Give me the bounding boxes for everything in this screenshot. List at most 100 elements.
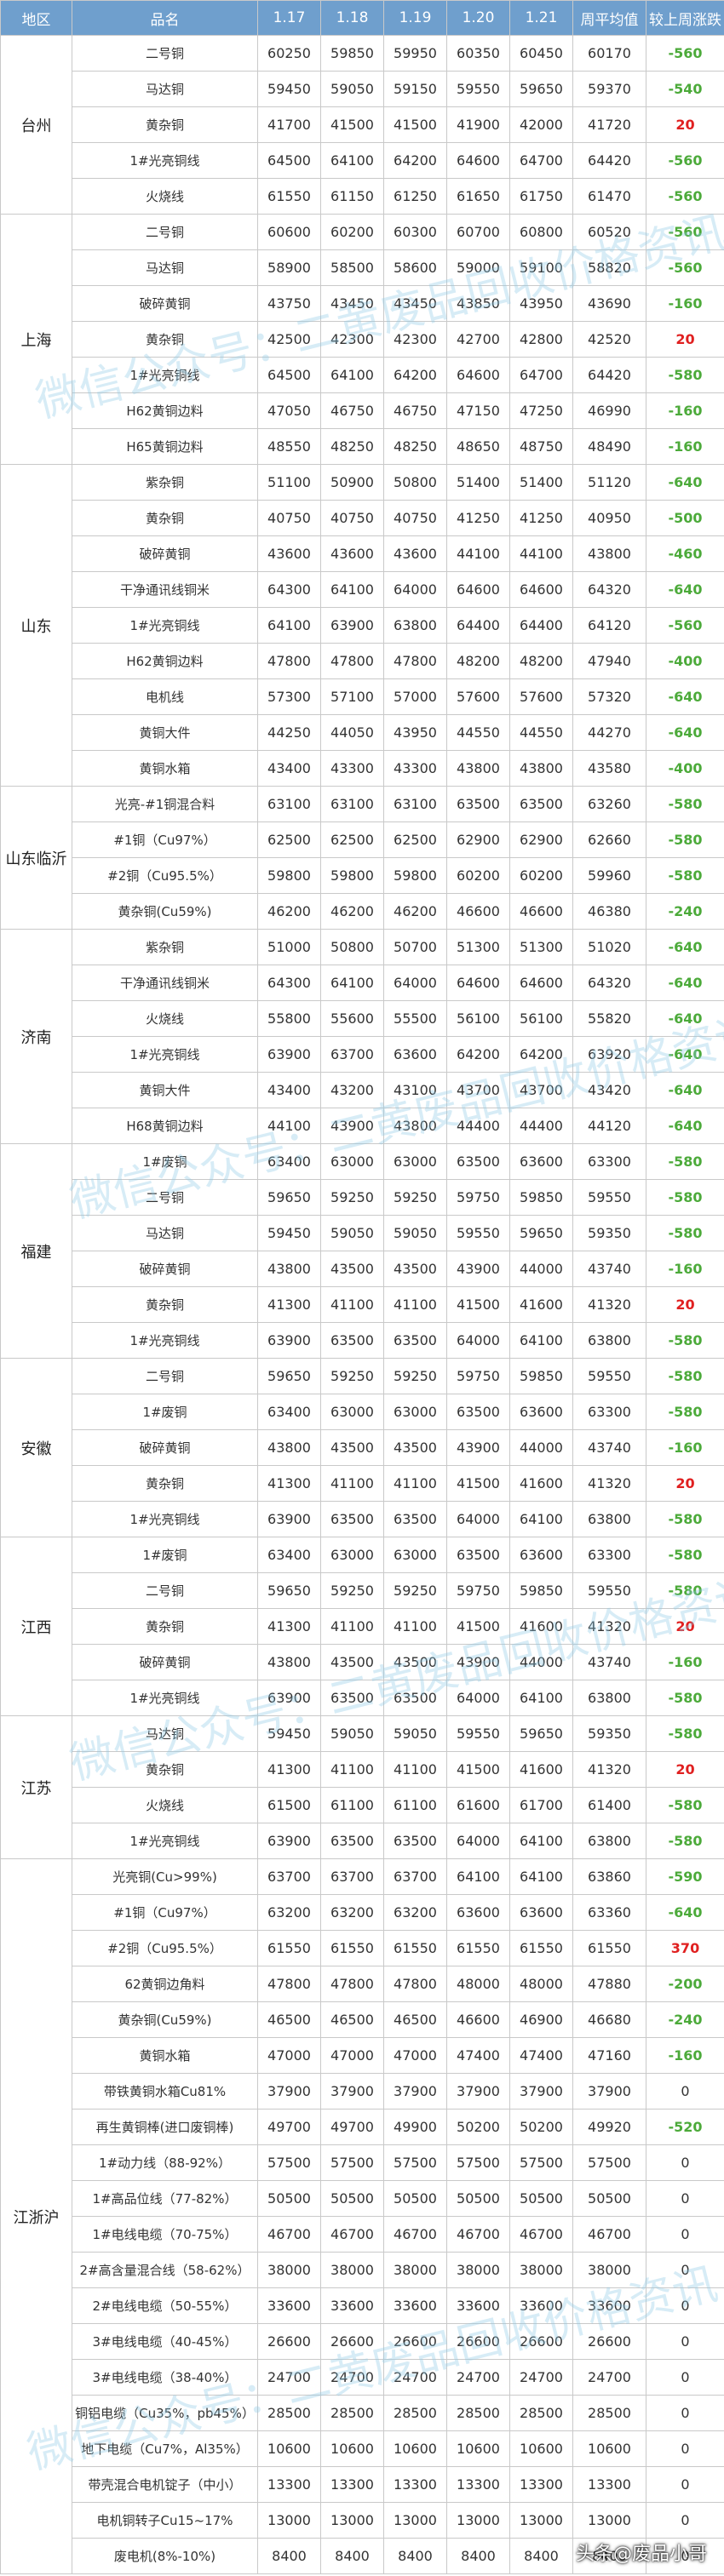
region-cell: 济南 xyxy=(0,929,72,1144)
weekly-change-cell: -640 xyxy=(646,571,724,608)
weekly-change-cell: 20 xyxy=(646,1608,724,1645)
weekly-average-cell: 49920 xyxy=(572,2109,646,2145)
price-cell: 61550 xyxy=(383,1930,447,1966)
price-cell: 43700 xyxy=(446,1072,510,1108)
price-cell: 24700 xyxy=(257,2359,321,2396)
price-cell: 44400 xyxy=(509,1108,573,1144)
price-cell: 43100 xyxy=(383,1072,447,1108)
price-cell: 50900 xyxy=(320,464,384,501)
price-cell: 47800 xyxy=(320,1966,384,2002)
weekly-average-cell: 28500 xyxy=(572,2395,646,2431)
item-name-cell: 1#光亮铜线 xyxy=(72,607,258,644)
price-cell: 63700 xyxy=(320,1858,384,1895)
item-name-cell: 铜铝电缆（Cu35%，pb45%） xyxy=(72,2395,258,2431)
price-cell: 46700 xyxy=(509,2216,573,2253)
price-cell: 42700 xyxy=(446,321,510,358)
weekly-change-cell: -580 xyxy=(646,1537,724,1573)
weekly-change-cell: -580 xyxy=(646,357,724,393)
price-cell: 41300 xyxy=(257,1465,321,1502)
price-cell: 51000 xyxy=(257,929,321,965)
price-cell: 37900 xyxy=(446,2073,510,2109)
price-cell: 46700 xyxy=(383,2216,447,2253)
table-row: 干净通讯线铜米 64300 64100 64000 64600 64600 64320 -64… xyxy=(1,965,724,1001)
price-cell: 47800 xyxy=(257,643,321,679)
price-cell: 64300 xyxy=(257,571,321,608)
price-cell: 43500 xyxy=(383,1251,447,1287)
table-row: H62黄铜边料 47800 47800 47800 48200 48200 47940 -40… xyxy=(1,643,724,679)
price-cell: 43300 xyxy=(383,750,447,787)
price-cell: 50500 xyxy=(446,2180,510,2217)
price-cell: 43500 xyxy=(320,1429,384,1466)
region-cell: 台州 xyxy=(0,35,72,215)
price-cell: 63500 xyxy=(509,786,573,822)
weekly-average-cell: 57500 xyxy=(572,2144,646,2181)
region-cell: 安徽 xyxy=(0,1358,72,1537)
price-cell: 59550 xyxy=(446,1215,510,1251)
price-cell: 60600 xyxy=(257,214,321,250)
price-cell: 60200 xyxy=(320,214,384,250)
price-cell: 64300 xyxy=(257,965,321,1001)
weekly-change-cell: -460 xyxy=(646,535,724,572)
weekly-change-cell: -500 xyxy=(646,500,724,536)
price-cell: 48000 xyxy=(509,1966,573,2002)
weekly-average-cell: 26600 xyxy=(572,2323,646,2360)
price-cell: 60200 xyxy=(509,857,573,894)
item-name-cell: 1#光亮铜线 xyxy=(72,1823,258,1859)
weekly-average-cell: 46380 xyxy=(572,893,646,930)
price-cell: 43450 xyxy=(320,285,384,322)
price-cell: 43800 xyxy=(446,750,510,787)
weekly-average-cell: 43690 xyxy=(572,285,646,322)
weekly-average-cell: 10600 xyxy=(572,2430,646,2467)
price-cell: 44100 xyxy=(509,535,573,572)
table-row: #1铜（Cu97%） 63200 63200 63200 63600 63600 63360… xyxy=(1,1894,724,1931)
weekly-average-cell: 59550 xyxy=(572,1358,646,1394)
table-row: 江苏 马达铜 59450 59050 59050 59550 59650 59350 -580 xyxy=(0,1715,724,1859)
item-name-cell: 1#电线电缆（70-75%） xyxy=(72,2216,258,2253)
price-cell: 63900 xyxy=(257,1823,321,1859)
weekly-change-cell: -640 xyxy=(646,1072,724,1108)
item-name-cell: 火烧线 xyxy=(72,1000,258,1037)
price-cell: 28500 xyxy=(509,2395,573,2431)
weekly-change-cell: 20 xyxy=(646,1465,724,1502)
price-cell: 47000 xyxy=(257,2037,321,2074)
price-cell: 33600 xyxy=(320,2287,384,2324)
price-cell: 44000 xyxy=(509,1251,573,1287)
weekly-change-cell: -640 xyxy=(646,965,724,1001)
price-cell: 41100 xyxy=(320,1465,384,1502)
weekly-average-cell: 13300 xyxy=(572,2466,646,2503)
price-cell: 60300 xyxy=(383,214,447,250)
price-cell: 61500 xyxy=(257,1787,321,1823)
column-header: 1.20 xyxy=(446,0,510,36)
price-cell: 46700 xyxy=(320,2216,384,2253)
price-cell: 64000 xyxy=(383,571,447,608)
price-cell: 57500 xyxy=(320,2144,384,2181)
price-cell: 64200 xyxy=(383,142,447,179)
item-name-cell: 火烧线 xyxy=(72,1787,258,1823)
price-cell: 57000 xyxy=(383,678,447,715)
price-cell: 59250 xyxy=(383,1358,447,1394)
price-cell: 26600 xyxy=(446,2323,510,2360)
price-cell: 63600 xyxy=(383,1036,447,1073)
price-cell: 8400 xyxy=(509,2538,573,2574)
weekly-average-cell: 57320 xyxy=(572,678,646,715)
price-cell: 59450 xyxy=(257,71,321,107)
weekly-change-cell: 0 xyxy=(646,2323,724,2360)
price-cell: 63500 xyxy=(320,1322,384,1359)
weekly-change-cell: 20 xyxy=(646,106,724,143)
item-name-cell: 紫杂铜 xyxy=(72,464,258,501)
table-row: 1#光亮铜线 63900 63700 63600 64200 64200 63920 -640 xyxy=(1,1036,724,1073)
price-cell: 61700 xyxy=(509,1787,573,1823)
weekly-average-cell: 51120 xyxy=(572,464,646,501)
price-cell: 44000 xyxy=(509,1429,573,1466)
price-cell: 42300 xyxy=(383,321,447,358)
price-cell: 61550 xyxy=(257,178,321,215)
price-cell: 41300 xyxy=(257,1286,321,1323)
table-row: 福建 1#废铜 63400 63000 63000 63500 63600 63300 -580 xyxy=(0,1143,724,1359)
table-row: 再生黄铜棒(进口废铜棒) 49700 49700 49900 50200 50200 499… xyxy=(1,2109,724,2145)
price-cell: 51400 xyxy=(509,464,573,501)
price-cell: 47250 xyxy=(509,392,573,429)
price-cell: 8400 xyxy=(383,2538,447,2574)
price-cell: 46500 xyxy=(383,2001,447,2038)
table-row: 黄杂铜 42500 42300 42300 42700 42800 42520 20 xyxy=(1,321,724,358)
price-cell: 26600 xyxy=(257,2323,321,2360)
